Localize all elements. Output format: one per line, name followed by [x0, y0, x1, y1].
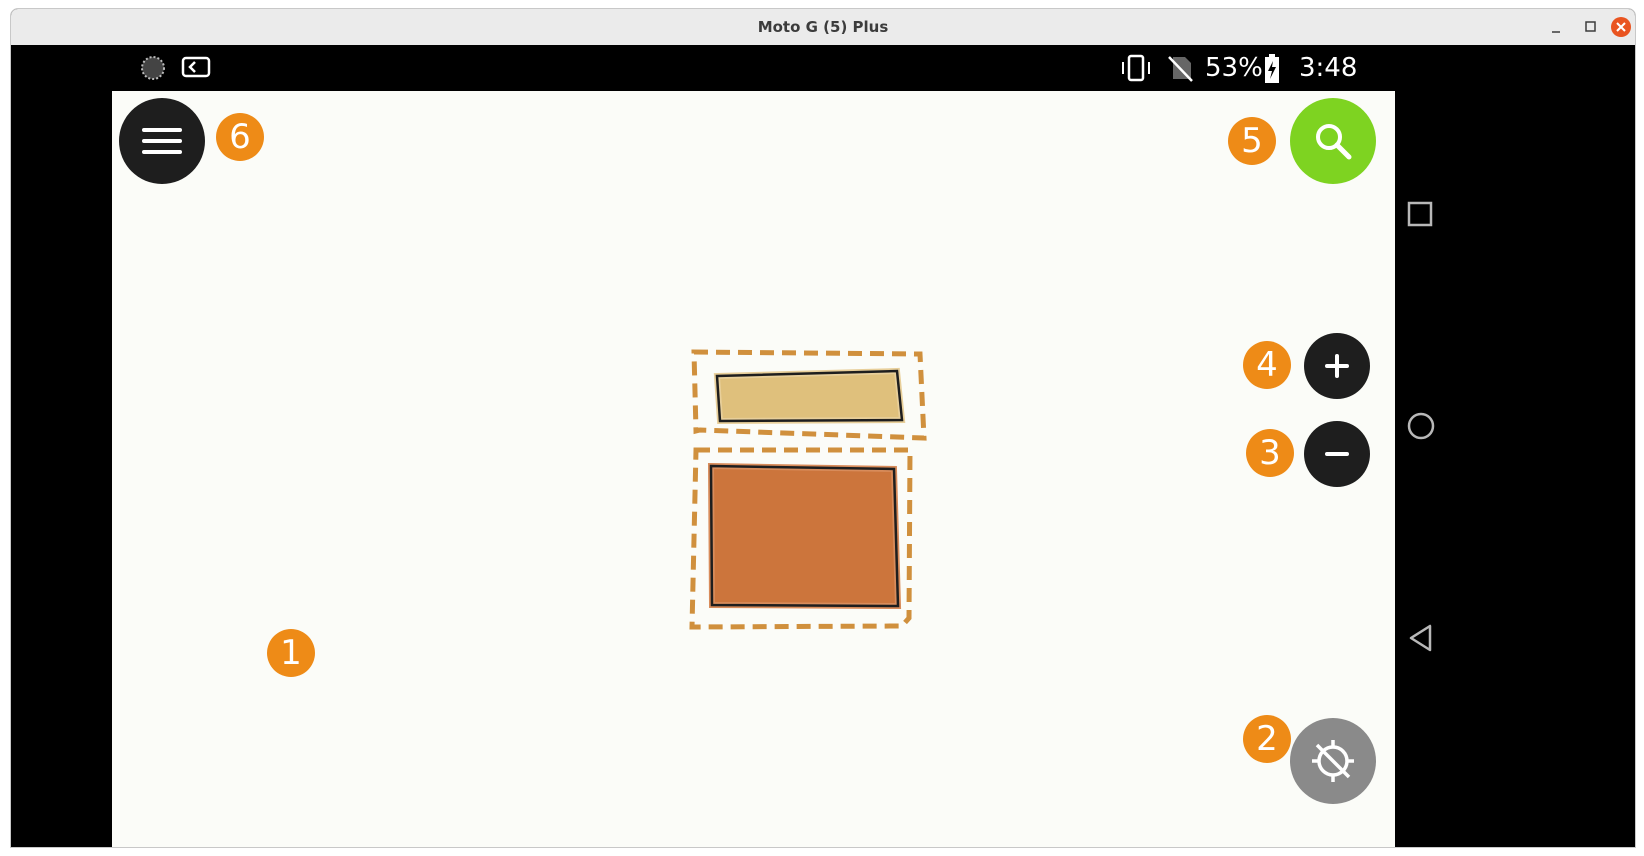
- badge-3: 3: [1246, 429, 1294, 477]
- location-button[interactable]: [1290, 718, 1376, 804]
- maximize-icon: [1585, 21, 1596, 32]
- screencast-icon: [181, 56, 211, 78]
- battery-percent: 53%: [1205, 53, 1263, 83]
- minimize-button[interactable]: [1547, 17, 1567, 37]
- hamburger-icon: [142, 128, 182, 154]
- badge-2: 2: [1243, 715, 1291, 763]
- no-sim-icon: [1168, 56, 1193, 82]
- maximize-button[interactable]: [1581, 17, 1601, 37]
- zoom-in-button[interactable]: [1304, 333, 1370, 399]
- vibrate-icon: [1122, 54, 1150, 82]
- area-small[interactable]: [713, 367, 906, 425]
- window-title: Moto G (5) Plus: [757, 18, 889, 36]
- sync-icon: [141, 56, 165, 80]
- zoom-out-button[interactable]: [1304, 421, 1370, 487]
- close-icon: [1616, 22, 1626, 32]
- plus-icon: [1325, 354, 1349, 378]
- close-button[interactable]: [1611, 17, 1631, 37]
- home-icon[interactable]: [1407, 412, 1435, 440]
- recent-apps-icon[interactable]: [1407, 201, 1433, 227]
- badge-1: 1: [267, 629, 315, 677]
- minimize-icon: [1552, 31, 1560, 33]
- map-canvas[interactable]: [112, 91, 1395, 847]
- map-view[interactable]: 1 2 3 4 5 6: [112, 91, 1395, 847]
- emulator-window: Moto G (5) Plus 53% 3:48 1 2 3 4 5 6: [10, 8, 1636, 848]
- clock: 3:48: [1299, 53, 1358, 83]
- search-button[interactable]: [1290, 98, 1376, 184]
- battery-charging-icon: [1265, 54, 1279, 83]
- android-status-bar: 53% 3:48: [11, 45, 1635, 91]
- minus-icon: [1325, 452, 1349, 456]
- badge-5: 5: [1228, 117, 1276, 165]
- back-icon[interactable]: [1407, 623, 1433, 653]
- badge-4: 4: [1243, 341, 1291, 389]
- title-bar: Moto G (5) Plus: [11, 9, 1635, 46]
- search-icon: [1316, 124, 1352, 160]
- area-large[interactable]: [707, 462, 902, 610]
- badge-6: 6: [216, 113, 264, 161]
- location-off-icon: [1312, 740, 1354, 782]
- menu-button[interactable]: [119, 98, 205, 184]
